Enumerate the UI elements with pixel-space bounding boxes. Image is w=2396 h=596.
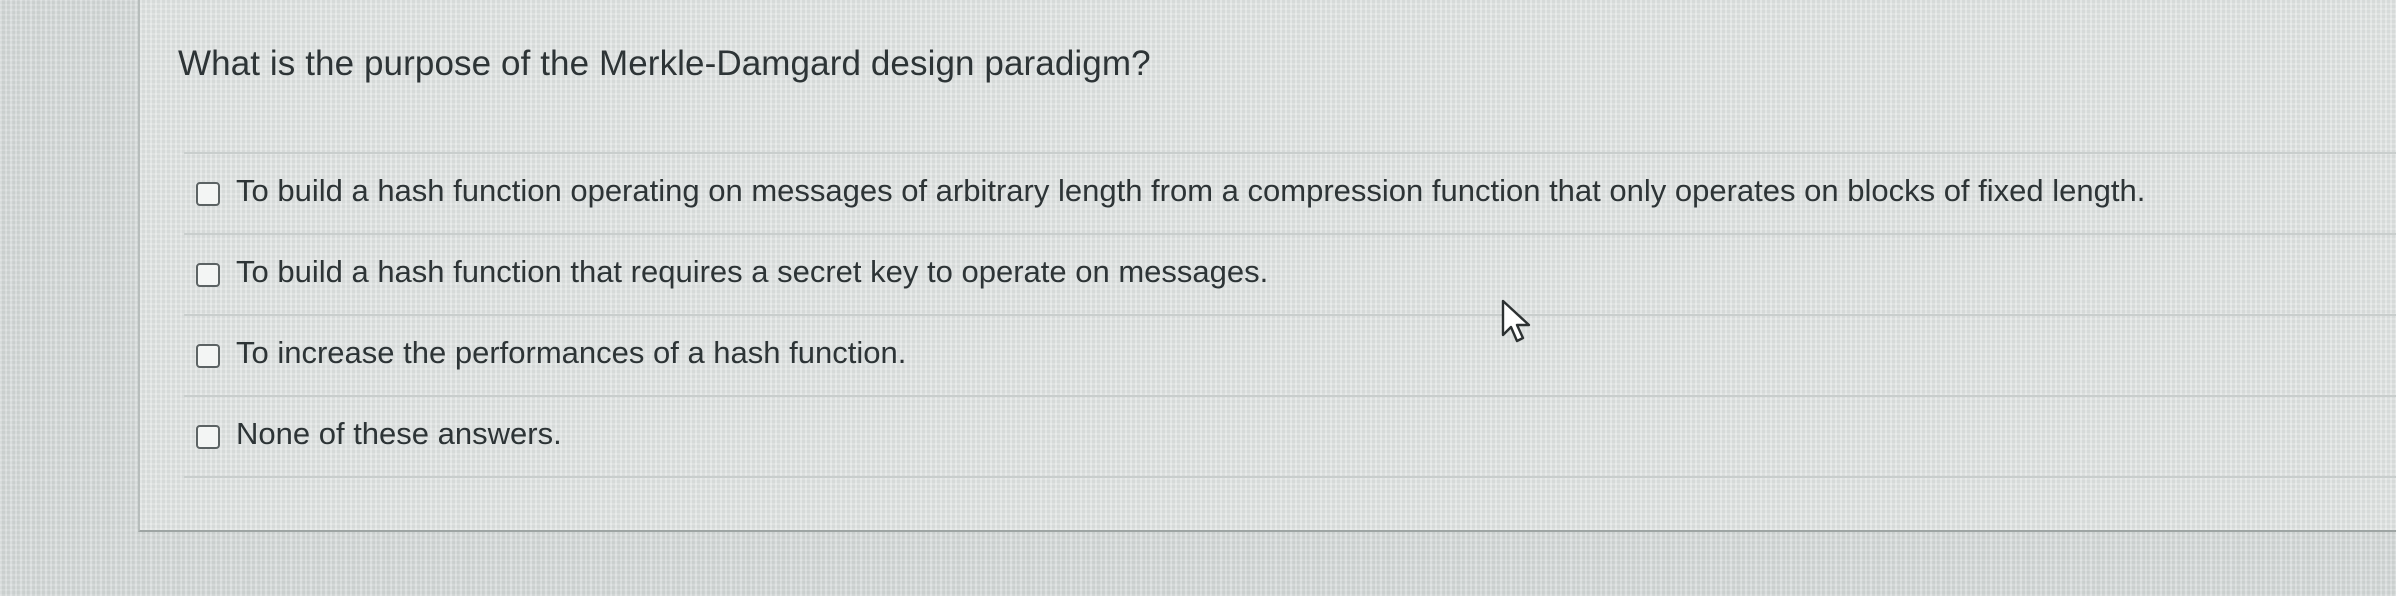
- answer-label[interactable]: To build a hash function operating on me…: [236, 173, 2145, 209]
- checkbox[interactable]: [196, 182, 220, 206]
- answer-option-3[interactable]: To increase the performances of a hash f…: [184, 316, 2396, 397]
- checkbox[interactable]: [196, 344, 220, 368]
- answer-options: To build a hash function operating on me…: [184, 152, 2396, 478]
- mouse-pointer-icon: [1501, 299, 1531, 343]
- answer-label[interactable]: To build a hash function that requires a…: [236, 254, 1268, 290]
- checkbox[interactable]: [196, 263, 220, 287]
- answer-label[interactable]: None of these answers.: [236, 416, 562, 452]
- answer-option-1[interactable]: To build a hash function operating on me…: [184, 154, 2396, 235]
- checkbox[interactable]: [196, 425, 220, 449]
- answer-option-4[interactable]: None of these answers.: [184, 397, 2396, 478]
- question-text: What is the purpose of the Merkle-Damgar…: [178, 44, 1151, 83]
- answer-label[interactable]: To increase the performances of a hash f…: [236, 335, 906, 371]
- question-panel: What is the purpose of the Merkle-Damgar…: [138, 0, 2396, 532]
- answer-option-2[interactable]: To build a hash function that requires a…: [184, 235, 2396, 316]
